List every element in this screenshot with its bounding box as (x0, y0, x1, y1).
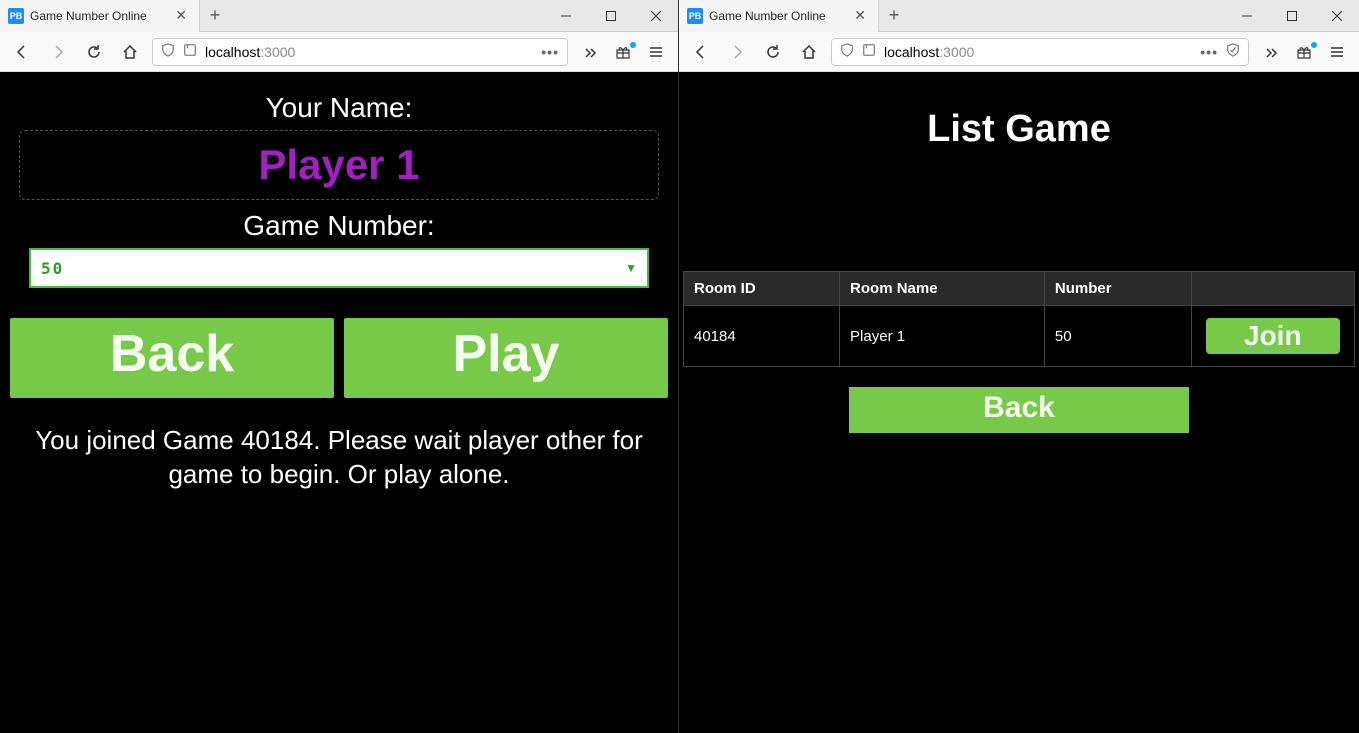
col-room-id: Room ID (684, 272, 840, 306)
browser-tab[interactable]: PB Game Number Online ✕ (0, 0, 200, 32)
shield-icon (840, 43, 854, 60)
titlebar: PB Game Number Online ✕ + (679, 0, 1359, 32)
button-row: Back Play (4, 318, 674, 398)
url-bar: localhost:3000 ••• (679, 32, 1359, 72)
minimize-button[interactable] (543, 0, 588, 32)
tab-close-icon[interactable]: ✕ (850, 7, 870, 24)
new-tab-button[interactable]: + (200, 0, 230, 32)
page-content-left: Your Name: Player 1 Game Number: 50 ▼ Ba… (0, 72, 678, 733)
browser-tab[interactable]: PB Game Number Online ✕ (679, 0, 879, 32)
home-button[interactable] (795, 38, 823, 66)
table-header-row: Room ID Room Name Number (684, 272, 1355, 306)
address-bar[interactable]: localhost:3000 ••• (831, 38, 1249, 66)
table-row: 40184 Player 1 50 Join (684, 306, 1355, 367)
close-window-button[interactable] (1314, 0, 1359, 32)
game-list-table: Room ID Room Name Number 40184 Player 1 … (683, 271, 1355, 367)
name-input[interactable]: Player 1 (19, 130, 659, 200)
play-button[interactable]: Play (344, 318, 668, 398)
close-window-button[interactable] (633, 0, 678, 32)
join-button[interactable]: Join (1206, 318, 1340, 354)
titlebar: PB Game Number Online ✕ + (0, 0, 678, 32)
page-info-icon (183, 43, 197, 60)
cell-room-id: 40184 (684, 306, 840, 367)
shield-icon (161, 43, 175, 60)
gift-icon[interactable] (1293, 44, 1315, 60)
status-message: You joined Game 40184. Please wait playe… (4, 424, 674, 492)
tab-close-icon[interactable]: ✕ (171, 7, 191, 24)
list-game-title: List Game (683, 108, 1355, 151)
reader-icon[interactable] (1226, 43, 1240, 60)
back-button[interactable]: Back (10, 318, 334, 398)
address-bar[interactable]: localhost:3000 ••• (152, 38, 568, 66)
url-text: localhost:3000 (884, 44, 1192, 60)
menu-button[interactable] (1323, 38, 1351, 66)
game-number-label: Game Number: (4, 210, 674, 242)
gift-icon[interactable] (612, 44, 634, 60)
window-controls (1224, 0, 1359, 32)
game-number-select[interactable]: 50 ▼ (29, 248, 649, 288)
browser-window-right: PB Game Number Online ✕ + localhost:3000… (679, 0, 1359, 733)
favicon: PB (687, 8, 703, 24)
cell-room-name: Player 1 (840, 306, 1045, 367)
name-label: Your Name: (4, 92, 674, 124)
back-nav-button[interactable] (687, 38, 715, 66)
new-tab-button[interactable]: + (879, 0, 909, 32)
col-number: Number (1044, 272, 1191, 306)
favicon: PB (8, 8, 24, 24)
url-text: localhost:3000 (205, 44, 533, 60)
col-action (1191, 272, 1354, 306)
back-nav-button[interactable] (8, 38, 36, 66)
tab-title: Game Number Online (30, 9, 165, 23)
maximize-button[interactable] (1269, 0, 1314, 32)
back-button[interactable]: Back (849, 387, 1189, 433)
page-actions-icon[interactable]: ••• (1200, 44, 1218, 60)
cell-action: Join (1191, 306, 1354, 367)
menu-button[interactable] (642, 38, 670, 66)
page-actions-icon[interactable]: ••• (541, 44, 559, 60)
url-bar: localhost:3000 ••• (0, 32, 678, 72)
col-room-name: Room Name (840, 272, 1045, 306)
window-controls (543, 0, 678, 32)
forward-nav-button[interactable] (723, 38, 751, 66)
maximize-button[interactable] (588, 0, 633, 32)
cell-number: 50 (1044, 306, 1191, 367)
browser-window-left: PB Game Number Online ✕ + localhost:3000… (0, 0, 679, 733)
minimize-button[interactable] (1224, 0, 1269, 32)
chevron-down-icon: ▼ (625, 261, 637, 275)
overflow-chevron-icon[interactable] (576, 38, 604, 66)
overflow-chevron-icon[interactable] (1257, 38, 1285, 66)
reload-button[interactable] (80, 38, 108, 66)
forward-nav-button[interactable] (44, 38, 72, 66)
tab-title: Game Number Online (709, 9, 844, 23)
reload-button[interactable] (759, 38, 787, 66)
page-info-icon (862, 43, 876, 60)
home-button[interactable] (116, 38, 144, 66)
select-value: 50 (41, 259, 625, 278)
page-content-right: List Game Room ID Room Name Number 40184… (679, 72, 1359, 733)
